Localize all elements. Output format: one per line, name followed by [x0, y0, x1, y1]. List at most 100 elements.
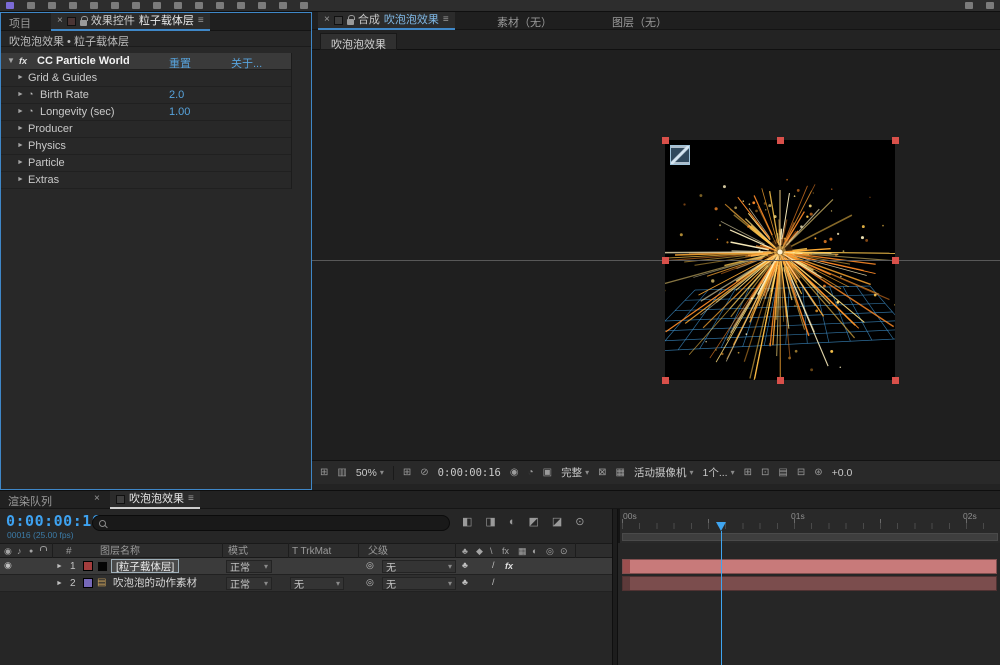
eye-icon[interactable]: ◉: [4, 561, 12, 570]
layer-duration-bar[interactable]: [622, 576, 997, 591]
clone-stamp-tool-icon[interactable]: [237, 2, 245, 9]
close-icon[interactable]: ×: [324, 15, 330, 25]
stopwatch-icon[interactable]: ◔: [28, 107, 33, 116]
expand-triangle-icon[interactable]: ►: [56, 563, 63, 570]
effect-about-link[interactable]: 关于...: [231, 55, 262, 71]
search-input[interactable]: [111, 518, 443, 529]
exposure-value[interactable]: +0.0: [832, 467, 853, 479]
channels-icon[interactable]: ▣: [543, 468, 552, 478]
tab-effect-controls[interactable]: × 效果控件 粒子载体层 ≡: [51, 13, 210, 31]
selection-handle[interactable]: [892, 377, 899, 384]
layer-name[interactable]: [粒子载体层]: [111, 559, 179, 573]
tab-project[interactable]: 项目: [9, 15, 31, 31]
expand-triangle-icon[interactable]: ►: [17, 142, 24, 149]
workspace-icon[interactable]: [965, 2, 973, 9]
parent-select[interactable]: 无 ▾: [382, 577, 456, 590]
mode-select[interactable]: 正常 ▾: [226, 577, 272, 590]
camera-select[interactable]: 活动摄像机 ▾: [634, 465, 694, 480]
selection-handle[interactable]: [777, 377, 784, 384]
selection-handle[interactable]: [662, 257, 669, 264]
bar-in-handle[interactable]: [623, 560, 630, 573]
expand-triangle-icon[interactable]: ►: [17, 91, 24, 98]
stopwatch-icon[interactable]: ◔: [28, 90, 33, 99]
flowchart-icon[interactable]: ⊟: [797, 468, 805, 478]
effect-property-row[interactable]: ► ◔ Birth Rate 2.0: [1, 87, 291, 104]
selection-handle[interactable]: [662, 377, 669, 384]
effect-header-row[interactable]: ▼ fx CC Particle World 重置 关于...: [1, 53, 291, 70]
effect-property-row[interactable]: ► Extras: [1, 172, 291, 189]
frame-blend-icon[interactable]: ◨: [485, 517, 495, 528]
graph-editor-icon[interactable]: ◩: [528, 517, 538, 528]
show-snapshot-icon[interactable]: ◔: [528, 468, 534, 478]
pickwhip-icon[interactable]: ◎: [366, 578, 374, 587]
panel-menu-icon[interactable]: ≡: [188, 494, 194, 504]
timeline-search[interactable]: [92, 515, 450, 531]
mask-tool-icon[interactable]: [153, 2, 161, 9]
view-layout-select[interactable]: 1个... ▾: [702, 465, 734, 480]
timeline-button-icon[interactable]: ▤: [778, 468, 787, 478]
pickwhip-icon[interactable]: ◎: [366, 561, 374, 570]
shy-toggle-icon[interactable]: ♣: [462, 561, 468, 570]
type-tool-icon[interactable]: [195, 2, 203, 9]
transparency-grid-icon[interactable]: ▦: [616, 468, 625, 478]
layer-duration-bar[interactable]: [622, 559, 997, 574]
selection-tool-icon[interactable]: [48, 2, 56, 9]
selection-handle[interactable]: [892, 137, 899, 144]
effect-reset-link[interactable]: 重置: [169, 55, 191, 71]
work-area-bar[interactable]: [622, 533, 998, 541]
lock-icon[interactable]: [347, 19, 354, 25]
resolution-select[interactable]: 完整 ▾: [561, 465, 589, 480]
layer-row[interactable]: ► 2 ▤ 吹泡泡的动作素材 正常 ▾ 无 ▾ ◎ 无 ▾ ♣ /: [0, 575, 612, 592]
expand-triangle-icon[interactable]: ►: [17, 108, 24, 115]
screen-icon[interactable]: ▥: [337, 468, 346, 478]
draft-3d-icon[interactable]: ◪: [552, 517, 562, 528]
tab-timeline-comp[interactable]: 吹泡泡效果 ≡: [110, 491, 200, 509]
expand-triangle-icon[interactable]: ►: [17, 159, 24, 166]
selection-handle[interactable]: [777, 137, 784, 144]
tab-composition[interactable]: × 合成 吹泡泡效果 ≡: [318, 12, 455, 30]
fast-preview-icon[interactable]: ⊡: [761, 468, 769, 478]
expand-triangle-icon[interactable]: ►: [17, 74, 24, 81]
region-of-interest-icon[interactable]: ⊠: [598, 468, 606, 478]
eraser-tool-icon[interactable]: [258, 2, 266, 9]
time-ruler[interactable]: 00s 01s 02s: [618, 509, 1000, 543]
mask-visibility-icon[interactable]: ⊘: [420, 468, 428, 478]
panel-menu-icon[interactable]: ≡: [443, 15, 449, 25]
trkmat-select[interactable]: 无 ▾: [290, 577, 344, 590]
preview-timecode[interactable]: 0:00:00:16: [438, 467, 501, 479]
safe-zones-icon[interactable]: ⊞: [403, 468, 411, 478]
shy-toggle-icon[interactable]: ♣: [462, 578, 468, 587]
playhead-handle[interactable]: [716, 522, 726, 531]
bar-in-handle[interactable]: [623, 577, 630, 590]
selection-handle[interactable]: [892, 257, 899, 264]
layer-color-chip[interactable]: [83, 578, 93, 588]
comp-tab[interactable]: 吹泡泡效果: [320, 33, 397, 50]
close-icon[interactable]: ×: [57, 16, 63, 26]
auto-keyframe-icon[interactable]: ⊙: [575, 517, 584, 528]
lock-icon[interactable]: [80, 20, 87, 26]
effect-property-row[interactable]: ► Particle: [1, 155, 291, 172]
tab-footage[interactable]: 素材（无）: [497, 14, 552, 30]
parent-select[interactable]: 无 ▾: [382, 560, 456, 573]
tab-render-queue[interactable]: 渲染队列: [8, 493, 52, 509]
effect-property-row[interactable]: ► Physics: [1, 138, 291, 155]
motion-blur-icon[interactable]: ◐: [509, 517, 516, 528]
hide-shy-icon[interactable]: ◧: [462, 517, 472, 528]
pan-behind-tool-icon[interactable]: [132, 2, 140, 9]
layer-row[interactable]: ◉ ► 1 [粒子载体层] 正常 ▾ ◎ 无 ▾ ♣ / fx: [0, 558, 612, 575]
orbit-camera-tool-icon[interactable]: [111, 2, 119, 9]
composition-viewport[interactable]: [312, 50, 1000, 460]
search-workspace-icon[interactable]: [986, 2, 994, 9]
effect-property-row[interactable]: ► Grid & Guides: [1, 70, 291, 87]
quality-toggle-icon[interactable]: /: [492, 561, 495, 570]
roto-brush-tool-icon[interactable]: [279, 2, 287, 9]
home-icon[interactable]: [27, 2, 35, 9]
expand-triangle-icon[interactable]: ►: [56, 580, 63, 587]
panel-splitter[interactable]: [612, 509, 618, 665]
mode-select[interactable]: 正常 ▾: [226, 560, 272, 573]
selection-handle[interactable]: [662, 137, 669, 144]
expand-triangle-icon[interactable]: ►: [17, 125, 24, 132]
playhead-line[interactable]: [721, 531, 722, 665]
close-icon[interactable]: ×: [94, 494, 100, 504]
brush-tool-icon[interactable]: [216, 2, 224, 9]
